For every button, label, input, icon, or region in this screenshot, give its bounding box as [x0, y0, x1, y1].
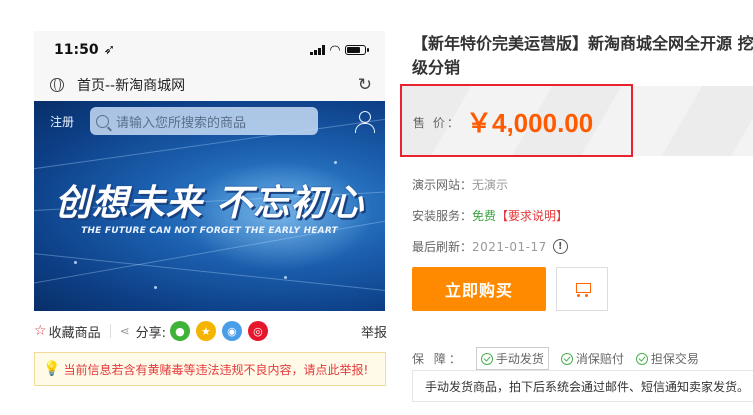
guarantee-escrow[interactable]: 担保交易 — [635, 350, 699, 367]
refresh-label: 最后刷新： — [412, 240, 473, 254]
info-icon[interactable]: ! — [552, 239, 568, 254]
install-requirements-link[interactable]: 【要求说明】 — [496, 207, 568, 224]
product-title: 【新年特价完美运营版】新淘商城全网全开源 挖级分销 — [412, 34, 753, 77]
guarantee-label: 保 障： — [412, 352, 464, 366]
reload-icon: ↻ — [357, 75, 372, 95]
status-time: 11:50 ➶ — [54, 42, 116, 58]
guarantee-description: 手动发货商品，拍下后系统会通过邮件、短信通知卖家发货。 — [412, 370, 753, 402]
qq-share-icon[interactable]: ◉ — [221, 321, 242, 341]
price-value: ￥4,000.00 — [466, 108, 594, 138]
signal-icon — [310, 45, 325, 55]
refresh-row: 最后刷新： 2021-01-17 ! — [412, 238, 568, 255]
demo-site-value: 无演示 — [472, 178, 509, 192]
add-to-cart-button[interactable] — [556, 267, 608, 311]
buy-now-button[interactable]: 立即购买 — [412, 267, 546, 311]
notice-text: 当前信息若含有黄赌毒等违法违规不良内容，请点此举报! — [63, 362, 369, 377]
banner-headline: 创想未来 不忘初心 — [54, 183, 365, 224]
star-icon: ☆ — [34, 323, 47, 339]
install-value: 免费 — [472, 209, 497, 223]
banner-nav: 注册 请输入您所搜索的商品 — [34, 101, 385, 141]
demo-site-label: 演示网站： — [412, 178, 473, 192]
wechat-share-icon[interactable]: ● — [169, 321, 190, 341]
weibo-share-icon[interactable]: ◎ — [247, 321, 268, 341]
favorite-label: 收藏商品 — [48, 325, 101, 341]
status-icons: ◠ — [310, 42, 369, 58]
banner-tagline: THE FUTURE CAN NOT FORGET THE EARLY HEAR… — [81, 226, 338, 236]
share-label: 分享: — [135, 325, 166, 341]
demo-site-row: 演示网站： 无演示 — [412, 176, 508, 193]
banner-search: 请输入您所搜索的商品 — [90, 107, 319, 135]
guarantee-text: 手动发货 — [495, 352, 544, 366]
guarantee-manual-delivery[interactable]: 手动发货 — [475, 347, 549, 370]
check-icon — [480, 352, 493, 365]
user-icon — [355, 111, 375, 133]
check-icon — [635, 352, 648, 365]
lightbulb-icon: 💡 — [43, 361, 61, 377]
phone-status-bar: 11:50 ➶ ◠ — [34, 31, 385, 69]
register-link: 注册 — [50, 114, 75, 129]
guarantee-row: 保 障： 手动发货 消保赔付 担保交易 — [412, 347, 711, 370]
favorite-button[interactable]: ☆ 收藏商品 — [34, 322, 101, 341]
globe-icon — [50, 78, 64, 92]
guarantee-text: 担保交易 — [650, 352, 699, 366]
browser-address-bar: 首页--新淘商城网 ↻ — [34, 69, 385, 101]
price-box: 售 价： ￥4,000.00 — [400, 84, 753, 157]
install-label: 安装服务： — [412, 209, 473, 223]
report-link[interactable]: 举报 — [361, 322, 387, 341]
report-notice[interactable]: 💡 当前信息若含有黄赌毒等违法违规不良内容，请点此举报! — [34, 352, 386, 386]
search-icon — [96, 114, 110, 128]
check-icon — [560, 352, 573, 365]
search-placeholder: 请输入您所搜索的商品 — [116, 115, 247, 131]
cart-icon — [573, 281, 591, 297]
share-icon: ⋖ — [119, 324, 130, 338]
install-row: 安装服务： 免费 【要求说明】 — [412, 207, 568, 224]
share-row: ☆ 收藏商品 ⋖ 分享: ● ★ ◉ ◎ 举报 — [34, 318, 387, 344]
price-label: 售 价： — [413, 116, 461, 130]
share-label-group: ⋖ 分享: — [120, 322, 166, 341]
wifi-icon: ◠ — [330, 42, 340, 58]
product-image: 11:50 ➶ ◠ 首页--新淘商城网 ↻ 注册 请输入您所搜索的商品 创想未来 — [34, 31, 385, 311]
share-targets: ● ★ ◉ ◎ — [169, 321, 268, 341]
refresh-date: 2021-01-17 — [472, 239, 547, 254]
guarantee-text: 消保赔付 — [575, 352, 624, 366]
page-title-text: 首页--新淘商城网 — [77, 78, 186, 94]
battery-icon — [345, 45, 369, 55]
guarantee-consumer-protection[interactable]: 消保赔付 — [560, 350, 624, 367]
qzone-share-icon[interactable]: ★ — [195, 321, 216, 341]
banner: 注册 请输入您所搜索的商品 创想未来 不忘初心 THE FUTURE CAN N… — [34, 101, 385, 311]
